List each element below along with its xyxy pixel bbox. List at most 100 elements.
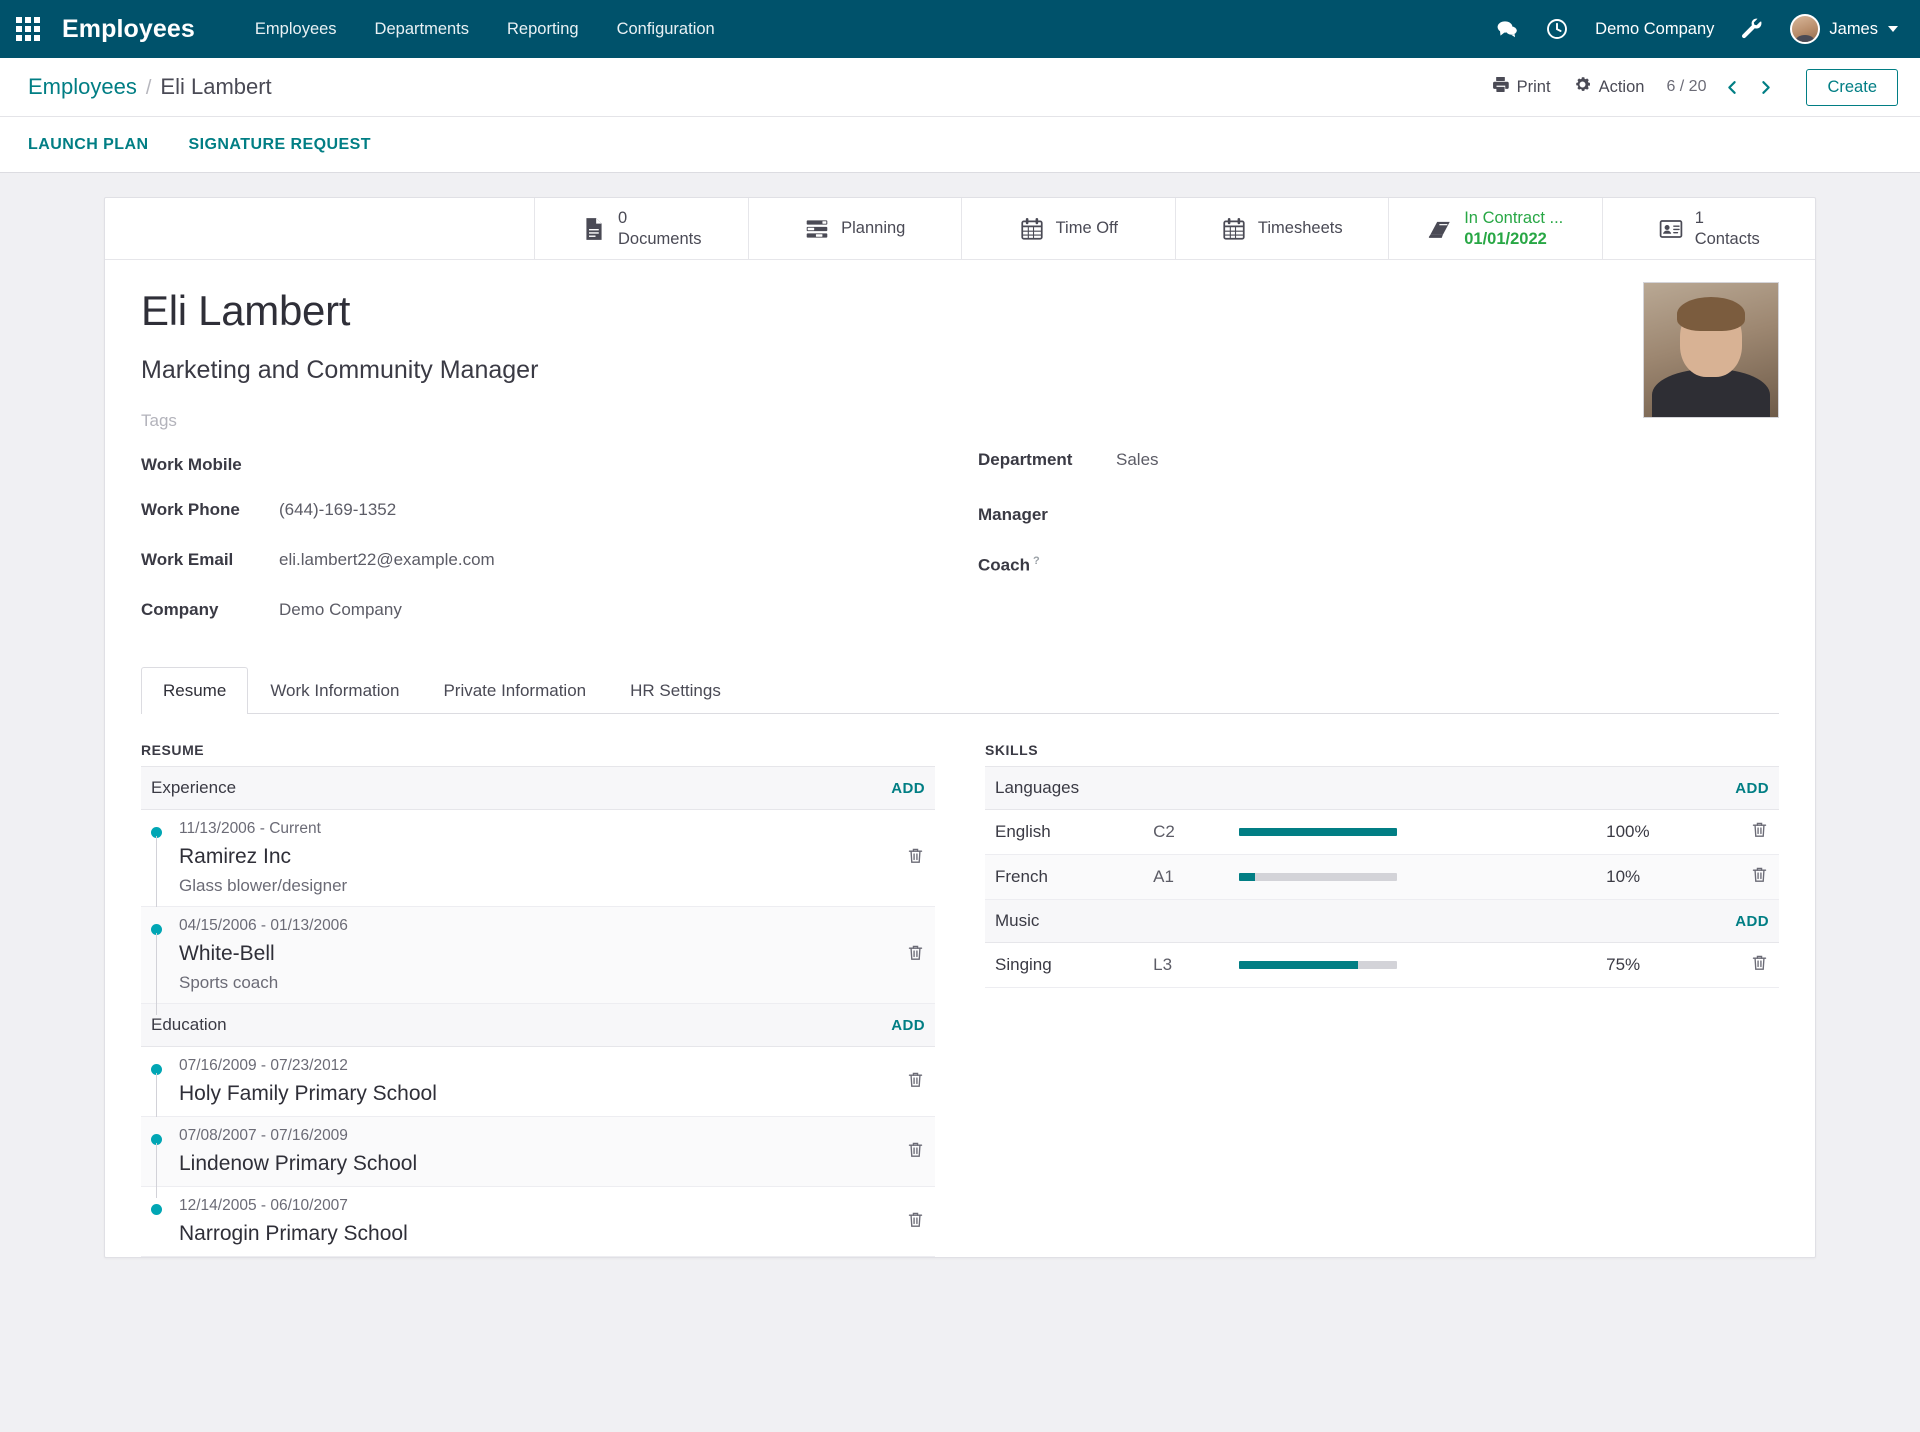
navbar-right: Demo Company James bbox=[1495, 14, 1898, 44]
table-row[interactable]: English C2 100% bbox=[985, 809, 1779, 856]
contacts-count: 1 bbox=[1694, 209, 1704, 228]
documents-label: Documents bbox=[618, 229, 702, 248]
table-row[interactable]: 07/08/2007 - 07/16/2009 Lindenow Primary… bbox=[141, 1116, 935, 1199]
resume-add-education-button[interactable]: ADD bbox=[881, 1003, 935, 1048]
resume-entry-date: 04/15/2006 - 01/13/2006 bbox=[179, 917, 348, 935]
chevron-left-icon[interactable] bbox=[1720, 77, 1745, 98]
trash-icon[interactable] bbox=[906, 943, 925, 962]
help-question-icon[interactable]: ? bbox=[1033, 555, 1040, 567]
smart-button-planning[interactable]: Planning bbox=[749, 198, 962, 259]
action-button-strip: LAUNCH PLAN SIGNATURE REQUEST bbox=[0, 117, 1920, 173]
smart-button-contract[interactable]: In Contract ... 01/01/2022 bbox=[1389, 198, 1603, 259]
trash-icon[interactable] bbox=[906, 1210, 925, 1229]
tab-work-information[interactable]: Work Information bbox=[248, 667, 421, 714]
smart-button-row: 0 Documents Planning Time Off Timesheets… bbox=[105, 198, 1815, 260]
field-value-company[interactable]: Demo Company bbox=[279, 600, 402, 620]
planning-label: Planning bbox=[841, 219, 906, 238]
main-menu: Employees Departments Reporting Configur… bbox=[255, 20, 715, 39]
resume-table: Experience ADD 11/13/2006 - Current Rami… bbox=[141, 766, 935, 1258]
form-sheet: 0 Documents Planning Time Off Timesheets… bbox=[104, 197, 1816, 1259]
skills-table: Languages ADD English C2 100% French A1 … bbox=[985, 766, 1779, 989]
resume-group-name-experience: Experience bbox=[141, 766, 882, 811]
resume-entry-title: Ramirez Inc bbox=[179, 845, 292, 869]
document-icon bbox=[581, 216, 607, 242]
tab-private-information[interactable]: Private Information bbox=[421, 667, 608, 714]
app-brand-employees[interactable]: Employees bbox=[62, 15, 195, 44]
table-row[interactable]: 04/15/2006 - 01/13/2006 White-Bell Sport… bbox=[141, 906, 935, 1016]
chat-bubbles-icon[interactable] bbox=[1495, 17, 1519, 41]
breadcrumb-employees[interactable]: Employees bbox=[28, 74, 137, 100]
company-switcher[interactable]: Demo Company bbox=[1595, 20, 1714, 39]
skills-column: SKILLS Languages ADD English C2 100% Fre… bbox=[985, 742, 1779, 1257]
table-row[interactable]: French A1 10% bbox=[985, 854, 1779, 901]
resume-entry-date: 12/14/2005 - 06/10/2007 bbox=[179, 1197, 348, 1215]
skill-delete-cell bbox=[1727, 809, 1779, 856]
menu-item-reporting[interactable]: Reporting bbox=[507, 20, 579, 39]
trash-icon[interactable] bbox=[1750, 953, 1769, 972]
field-value-coach[interactable] bbox=[1116, 550, 1276, 570]
tags-field[interactable]: Tags bbox=[141, 411, 1779, 431]
field-value-work-phone[interactable]: (644)-169-1352 bbox=[279, 500, 396, 520]
skills-add-music-button[interactable]: ADD bbox=[1596, 899, 1779, 944]
skill-progress-bar bbox=[1239, 873, 1398, 882]
table-row[interactable]: 12/14/2005 - 06/10/2007 Narrogin Primary… bbox=[141, 1186, 935, 1258]
table-row[interactable]: 07/16/2009 - 07/23/2012 Holy Family Prim… bbox=[141, 1046, 935, 1129]
trash-icon[interactable] bbox=[906, 846, 925, 865]
trash-icon[interactable] bbox=[906, 1140, 925, 1159]
skill-progress-fill bbox=[1239, 961, 1358, 970]
gear-icon bbox=[1573, 75, 1592, 99]
trash-icon[interactable] bbox=[906, 1070, 925, 1089]
chevron-right-icon[interactable] bbox=[1753, 77, 1778, 98]
field-value-work-mobile[interactable] bbox=[279, 450, 439, 470]
trash-icon[interactable] bbox=[1750, 820, 1769, 839]
resume-entry-delete-cell bbox=[881, 1116, 935, 1188]
field-value-work-email[interactable]: eli.lambert22@example.com bbox=[279, 550, 495, 570]
resume-entry-delete-cell bbox=[881, 1046, 935, 1118]
timeline-dot-icon bbox=[151, 1204, 162, 1216]
employee-job-title[interactable]: Marketing and Community Manager bbox=[141, 356, 1779, 385]
top-navbar: Employees Employees Departments Reportin… bbox=[0, 0, 1920, 58]
action-button[interactable]: Action bbox=[1573, 75, 1644, 99]
employee-photo[interactable] bbox=[1643, 282, 1779, 418]
apps-grid-icon[interactable] bbox=[14, 15, 42, 43]
menu-item-departments[interactable]: Departments bbox=[375, 20, 469, 39]
tab-hr-settings[interactable]: HR Settings bbox=[608, 667, 743, 714]
field-value-manager[interactable] bbox=[1116, 500, 1276, 520]
skills-section-title: SKILLS bbox=[985, 742, 1039, 759]
menu-item-configuration[interactable]: Configuration bbox=[617, 20, 715, 39]
smart-button-documents-text: 0 Documents bbox=[618, 208, 701, 248]
employee-name[interactable]: Eli Lambert bbox=[141, 287, 1779, 334]
clock-icon[interactable] bbox=[1545, 17, 1569, 41]
table-row[interactable]: Singing L3 75% bbox=[985, 942, 1779, 989]
create-button[interactable]: Create bbox=[1806, 68, 1898, 106]
resume-section-title: RESUME bbox=[141, 742, 205, 759]
launch-plan-button[interactable]: LAUNCH PLAN bbox=[28, 136, 149, 154]
smart-button-contacts[interactable]: 1 Contacts bbox=[1603, 198, 1816, 259]
field-coach: Coach? bbox=[978, 543, 1779, 593]
smart-button-time-off[interactable]: Time Off bbox=[962, 198, 1176, 259]
smart-button-timesheets[interactable]: Timesheets bbox=[1176, 198, 1389, 259]
smart-button-documents[interactable]: 0 Documents bbox=[535, 198, 749, 259]
resume-add-experience-button[interactable]: ADD bbox=[881, 766, 935, 811]
skills-add-languages-button[interactable]: ADD bbox=[1596, 766, 1779, 811]
wrench-icon[interactable] bbox=[1740, 17, 1764, 41]
resume-entry-date: 11/13/2006 - Current bbox=[179, 820, 321, 838]
field-company: Company Demo Company bbox=[141, 593, 942, 643]
tab-resume[interactable]: Resume bbox=[141, 667, 249, 715]
menu-item-employees[interactable]: Employees bbox=[255, 20, 337, 39]
documents-count: 0 bbox=[618, 209, 628, 228]
field-label-work-phone: Work Phone bbox=[141, 500, 240, 520]
sheet-wrapper: 0 Documents Planning Time Off Timesheets… bbox=[0, 173, 1920, 1259]
table-row[interactable]: 11/13/2006 - Current Ramirez Inc Glass b… bbox=[141, 809, 935, 919]
resume-entry-ramirez: 11/13/2006 - Current Ramirez Inc Glass b… bbox=[141, 809, 882, 919]
user-name-label: James bbox=[1829, 19, 1878, 38]
smart-button-timesheets-text: Timesheets bbox=[1258, 218, 1343, 238]
print-button[interactable]: Print bbox=[1491, 75, 1551, 99]
skills-group-name-music: Music bbox=[985, 899, 1597, 944]
user-menu[interactable]: James bbox=[1790, 14, 1898, 44]
trash-icon[interactable] bbox=[1750, 865, 1769, 884]
signature-request-button[interactable]: SIGNATURE REQUEST bbox=[189, 136, 371, 154]
skill-progress-bar bbox=[1239, 961, 1398, 970]
field-value-department[interactable]: Sales bbox=[1116, 450, 1159, 470]
resume-entry-delete-cell bbox=[881, 809, 935, 908]
